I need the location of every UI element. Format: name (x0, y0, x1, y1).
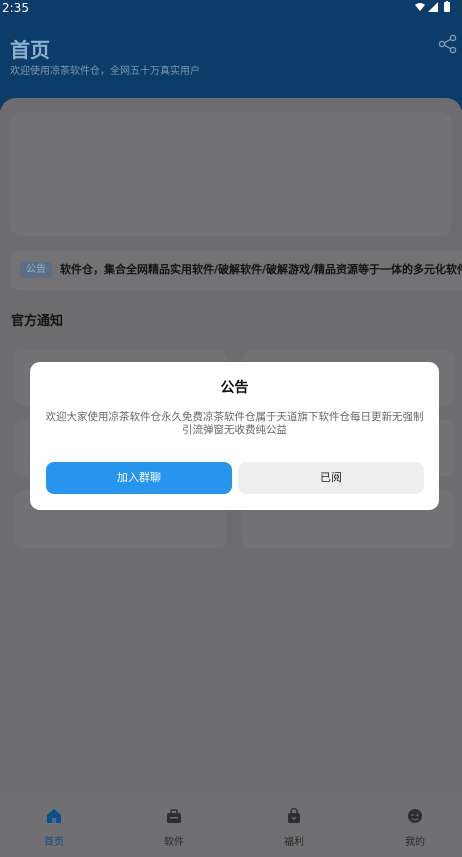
page-subtitle: 欢迎使用凉茶软件仓，全网五十万真实用户 (10, 66, 200, 77)
tab-home[interactable]: 首页 (14, 799, 94, 857)
announcement-dialog: 公告 欢迎大家使用凉茶软件仓永久免费凉茶软件仓属于天道旗下软件仓每日更新无强制引… (30, 362, 439, 510)
status-bar: 2:35 (0, 0, 462, 18)
notice-tag: 公告 (20, 262, 52, 278)
signal-battery-icon (415, 1, 450, 12)
tab-mine[interactable]: 我的 (375, 799, 455, 857)
notice-bar[interactable]: 公告 软件仓，集合全网精品实用软件/破解软件/破解游戏/精品资源等于一体的多元化… (10, 250, 462, 290)
tab-label: 首页 (44, 837, 64, 848)
dialog-title: 公告 (220, 380, 249, 396)
section-title: 官方通知 (11, 314, 64, 329)
status-time: 2:35 (2, 1, 29, 15)
status-icons (414, 1, 456, 16)
bottom-tab-bar: 首页 软件 福利 我的 (0, 799, 462, 857)
tab-label: 我的 (405, 837, 425, 848)
home-icon (47, 809, 61, 823)
tab-label: 软件 (164, 837, 184, 848)
tab-software[interactable]: 软件 (134, 799, 214, 857)
join-group-button[interactable]: 加入群聊 (46, 462, 232, 494)
dialog-message: 欢迎大家使用凉茶软件仓永久免费凉茶软件仓属于天道旗下软件仓每日更新无强制引流弹窗… (45, 411, 424, 436)
share-icon[interactable] (438, 34, 458, 54)
profile-icon (408, 809, 422, 823)
page-title: 首页 (10, 38, 50, 62)
app-header: 首页 欢迎使用凉茶软件仓，全网五十万真实用户 (0, 18, 462, 110)
bag-icon (288, 807, 300, 823)
tab-label: 福利 (284, 837, 304, 848)
acknowledge-button[interactable]: 已阅 (238, 462, 424, 494)
tab-welfare[interactable]: 福利 (254, 799, 334, 857)
notice-marquee-text: 软件仓，集合全网精品实用软件/破解软件/破解游戏/精品资源等于一体的多元化软件， (60, 263, 462, 276)
briefcase-icon (167, 809, 181, 823)
banner-carousel[interactable] (10, 112, 452, 236)
